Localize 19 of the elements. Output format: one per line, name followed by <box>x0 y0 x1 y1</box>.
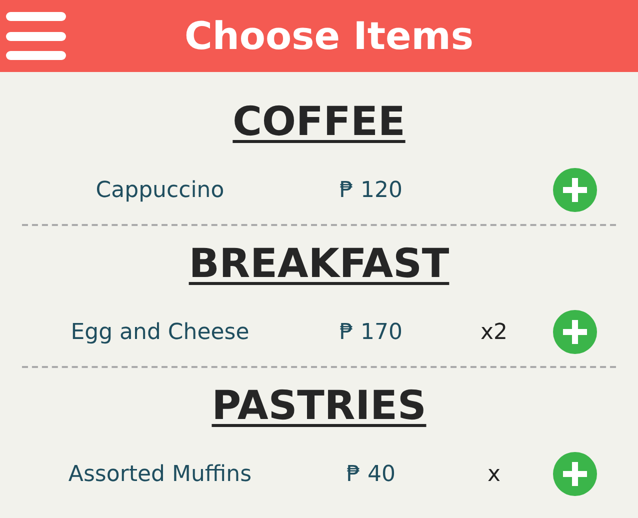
item-name: Cappuccino <box>94 178 226 202</box>
item-quantity: x2 <box>479 320 509 344</box>
item-name: Egg and Cheese <box>70 320 250 344</box>
category-heading: BREAKFAST <box>188 240 450 288</box>
item-price: ₱ 40 <box>346 462 396 486</box>
item-name: Assorted Muffins <box>67 462 253 486</box>
category-heading: PASTRIES <box>212 382 426 430</box>
plus-icon <box>563 462 587 486</box>
plus-icon <box>563 320 587 344</box>
plus-icon <box>563 178 587 202</box>
item-price: ₱ 170 <box>338 320 404 344</box>
add-button[interactable] <box>553 168 597 212</box>
add-button[interactable] <box>553 452 597 496</box>
item-price: ₱ 120 <box>338 178 404 202</box>
item-quantity: x <box>486 462 502 486</box>
add-button[interactable] <box>553 310 597 354</box>
menu-icon[interactable] <box>6 12 66 60</box>
category-heading: COFFEE <box>232 98 406 146</box>
page-title: Choose Items <box>183 14 474 58</box>
